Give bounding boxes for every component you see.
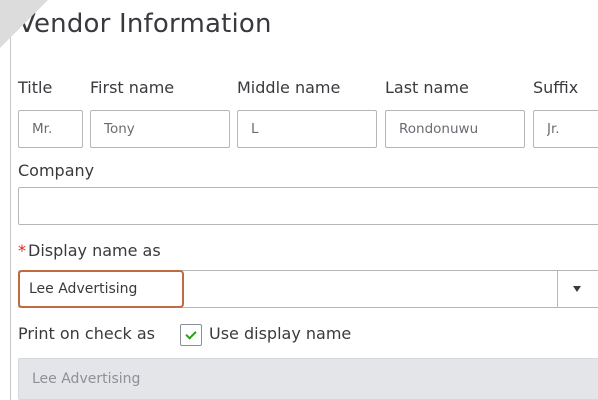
required-marker: * xyxy=(18,241,26,260)
last-name-input[interactable] xyxy=(385,110,525,148)
display-name-highlight xyxy=(18,270,184,308)
dialog-title: Vendor Information xyxy=(18,9,272,39)
print-on-check-label: Print on check as xyxy=(18,324,155,343)
title-input[interactable] xyxy=(18,110,83,148)
first-name-label: First name xyxy=(90,78,175,97)
display-name-label-group: * Display name as xyxy=(18,241,161,260)
company-input[interactable] xyxy=(18,187,598,225)
display-name-label: Display name as xyxy=(28,241,161,260)
company-label: Company xyxy=(18,161,95,180)
suffix-label: Suffix xyxy=(533,78,579,97)
display-name-dropdown-button[interactable] xyxy=(557,271,595,307)
suffix-input[interactable] xyxy=(533,110,598,148)
page-corner xyxy=(0,0,48,48)
first-name-input[interactable] xyxy=(90,110,230,148)
print-on-check-input xyxy=(18,358,598,400)
title-label: Title xyxy=(18,78,53,97)
middle-name-label: Middle name xyxy=(237,78,341,97)
middle-name-input[interactable] xyxy=(237,110,377,148)
checkmark-icon xyxy=(185,327,197,340)
chevron-down-icon xyxy=(572,286,581,292)
display-name-select[interactable]: Lee Advertising xyxy=(18,270,598,308)
last-name-label: Last name xyxy=(385,78,469,97)
use-display-name-checkbox[interactable] xyxy=(180,324,202,346)
use-display-name-label[interactable]: Use display name xyxy=(209,324,351,343)
